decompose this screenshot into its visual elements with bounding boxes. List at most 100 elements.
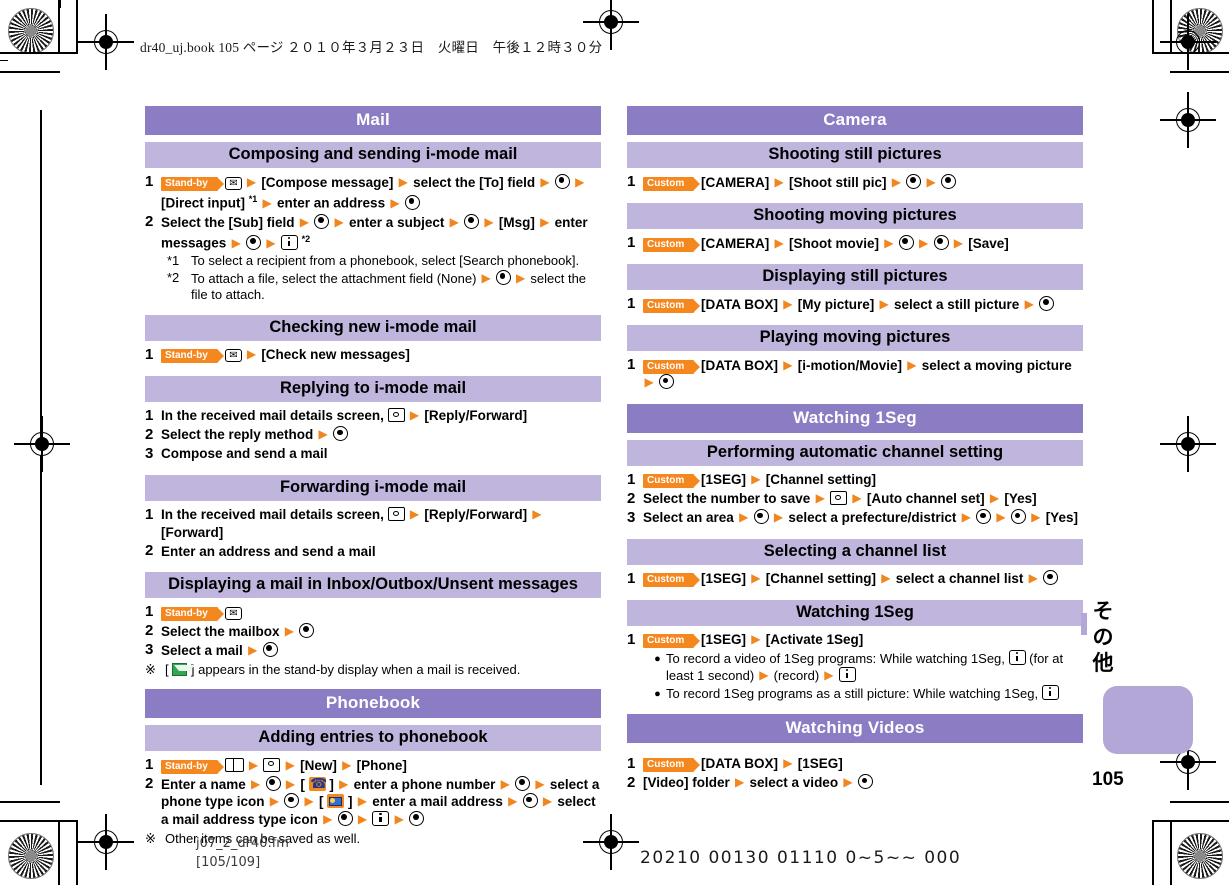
step-text: [DATA BOX] — [701, 357, 782, 373]
ok-key-icon — [464, 213, 480, 229]
bullet-content: To record 1Seg programs as a still pictu… — [666, 684, 1083, 703]
arrow-icon: ▶ — [394, 811, 404, 826]
section-sub-heading: Displaying a mail in Inbox/Outbox/Unsent… — [145, 572, 601, 598]
arrow-icon: ▶ — [879, 296, 889, 311]
arrow-icon: ▶ — [961, 510, 971, 524]
step-item: 1 Stand-by ✉ ▶ [Check new messages] — [145, 346, 601, 364]
step-item: 2 Select the mailbox ▶ — [145, 622, 601, 640]
mode-badge: Stand-by — [161, 606, 224, 621]
mode-badge: Custom — [643, 634, 701, 648]
step-text: To record a video of 1Seg programs: Whil… — [666, 650, 1009, 666]
arrow-icon: ▶ — [231, 235, 241, 250]
arrow-icon: ▶ — [334, 214, 344, 229]
step-number: 3 — [145, 641, 154, 658]
step-number: 2 — [145, 213, 154, 230]
arrow-icon: ▶ — [540, 174, 550, 189]
step-content: Select the [Sub] field ▶ ▶ enter a subje… — [161, 213, 601, 252]
registration-starburst-bottom-right — [1177, 833, 1223, 879]
step-text: [Channel setting] — [765, 571, 880, 586]
section-sub-heading: Shooting still pictures — [627, 142, 1083, 168]
footnote-content: To attach a file, select the attachment … — [191, 269, 601, 304]
step-number: 3 — [145, 444, 154, 462]
footnote-content: To select a recipient from a phonebook, … — [191, 253, 601, 270]
arrow-icon: ▶ — [269, 794, 279, 808]
arrow-icon: ▶ — [540, 214, 550, 229]
arrow-icon: ▶ — [575, 174, 585, 189]
new-mail-indicator-icon — [172, 663, 196, 676]
trim-box-bottom-left-v1 — [58, 820, 60, 885]
step-content: Select the number to save ▶ ▶ [Auto chan… — [643, 490, 1083, 508]
step-number: 1 — [145, 603, 154, 620]
trim-box-top-left-v2 — [76, 0, 78, 54]
trim-box-top-left-h2 — [0, 71, 60, 73]
step-content: Custom [CAMERA] ▶ [Shoot movie] ▶ ▶ ▶ [S… — [643, 234, 1083, 252]
mode-badge: Custom — [643, 237, 701, 252]
step-number: 1 — [627, 295, 636, 312]
step-text: [Forward] — [161, 524, 224, 540]
ok-key-icon — [753, 509, 769, 524]
arrow-icon: ▶ — [516, 270, 526, 285]
crosshair-top-left — [78, 14, 134, 70]
step-number: 2 — [627, 489, 636, 507]
step-number: 1 — [627, 356, 636, 373]
step-content: Custom [DATA BOX] ▶ [i-motion/Movie] ▶ s… — [643, 356, 1083, 392]
crop-line-top-left-v — [60, 0, 61, 8]
arrow-icon: ▶ — [262, 195, 272, 210]
step-text: [Activate 1Seg] — [765, 632, 864, 647]
step-content: Stand-by ✉ ▶ [Compose message] ▶ select … — [161, 173, 601, 212]
step-text: In the received mail details screen, — [161, 507, 388, 522]
footnote-marker: *2 — [167, 269, 180, 285]
step-list: 1 In the received mail details screen, ▶ … — [145, 501, 601, 564]
step-text: ] appears in the stand-by display when a… — [190, 662, 521, 677]
step-text: [CAMERA] — [701, 174, 773, 190]
arrow-icon: ▶ — [751, 632, 761, 646]
step-content: Enter a name ▶ ▶ [ ] ▶ enter a phone num… — [161, 775, 601, 828]
step-text: select a moving picture — [921, 357, 1072, 373]
camera-key-icon — [387, 408, 405, 422]
step-text: select a still picture — [894, 296, 1024, 312]
step-number: 1 — [627, 470, 636, 488]
mode-badge: Custom — [643, 176, 701, 191]
step-number: 2 — [145, 542, 154, 559]
step-item: 1 Custom [DATA BOX] ▶ [1SEG] — [627, 755, 1083, 773]
arrow-icon: ▶ — [500, 776, 510, 791]
note-marker: ※ — [145, 831, 156, 846]
arrow-icon: ▶ — [1028, 571, 1038, 585]
arrow-icon: ▶ — [739, 510, 749, 524]
step-text: enter a subject — [349, 214, 449, 230]
step-text: select a video — [749, 775, 842, 790]
arrow-icon: ▶ — [248, 757, 259, 772]
step-text: [Save] — [968, 235, 1009, 251]
arrow-icon: ▶ — [783, 357, 793, 372]
section-sub-heading: Forwarding i-mode mail — [145, 474, 601, 501]
camera-key-icon — [387, 507, 405, 521]
ok-key-icon — [554, 173, 570, 189]
step-item: 1 Stand-by ▶ ▶ [New] ▶ [Phone] — [145, 756, 601, 774]
note-content: [ ] appears in the stand-by display when… — [165, 661, 601, 678]
phonebook-key-icon — [224, 757, 244, 772]
ok-key-icon — [1010, 509, 1026, 524]
step-text: [Reply/Forward] — [424, 507, 531, 522]
arrow-icon: ▶ — [535, 776, 545, 791]
arrow-icon: ▶ — [996, 510, 1006, 524]
arrow-icon: ▶ — [926, 174, 936, 189]
step-text: [Reply/Forward] — [424, 408, 528, 423]
step-content: Stand-by ▶ ▶ [New] ▶ [Phone] — [161, 756, 601, 774]
step-item: 1 Custom [CAMERA] ▶ [Shoot still pic] ▶ ▶ — [627, 173, 1083, 191]
step-list: 1 Custom [1SEG] ▶ [Activate 1Seg] ● To rec… — [627, 626, 1083, 705]
ok-key-icon — [857, 774, 873, 789]
arrow-icon: ▶ — [759, 667, 769, 682]
step-item: 1 Custom [1SEG] ▶ [Channel setting] — [627, 471, 1083, 489]
step-text: [Video] folder — [643, 775, 734, 790]
step-number: 1 — [145, 756, 154, 773]
step-text: [New] — [300, 757, 341, 773]
step-text: [Phone] — [356, 757, 407, 773]
step-list: 1 Custom [DATA BOX] ▶ [i-motion/Movie] ▶ … — [627, 351, 1083, 395]
step-list: 1 Stand-by ✉ 2 Select the mailbox ▶ 3 Selec… — [145, 598, 601, 680]
step-text: [i-motion/Movie] — [797, 357, 906, 373]
